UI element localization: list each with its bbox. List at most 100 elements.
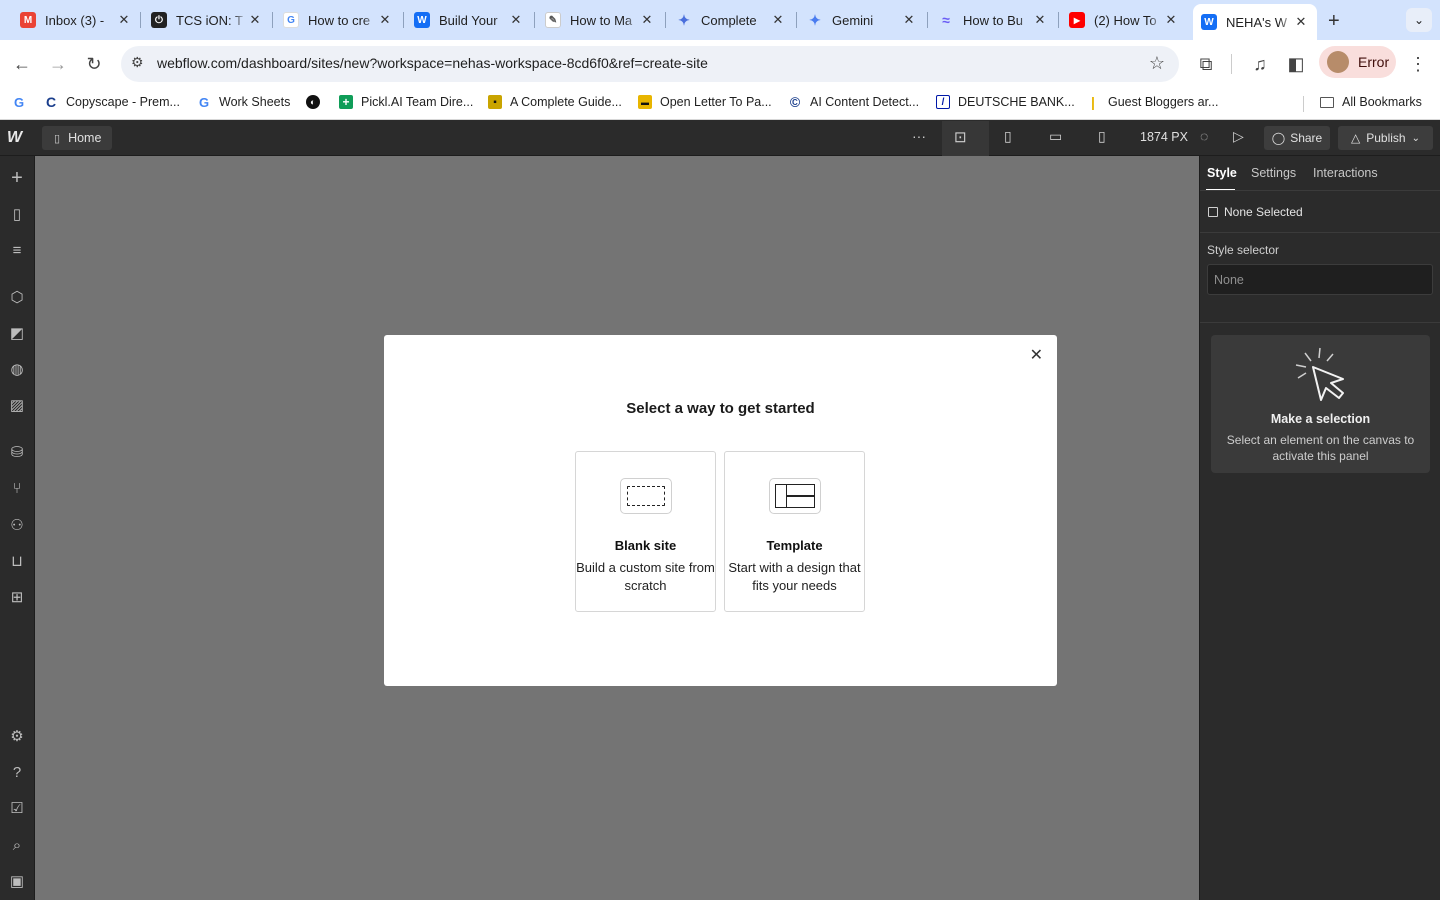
bookmark-copyscape[interactable]: C Copyscape - Prem... bbox=[44, 94, 180, 110]
chrome-menu-icon[interactable]: ⋮ bbox=[1406, 52, 1430, 76]
components-cube-icon[interactable]: ⬡ bbox=[6, 287, 28, 309]
close-tab-icon[interactable]: ✕ bbox=[1163, 12, 1179, 28]
extensions-puzzle-icon[interactable]: ⧉ bbox=[1194, 52, 1218, 76]
pages-icon[interactable]: ▯ bbox=[6, 204, 28, 226]
checkbox-icon bbox=[1208, 207, 1218, 217]
power-icon: ⏻ bbox=[151, 12, 167, 28]
more-options-icon[interactable]: ··· bbox=[912, 128, 926, 144]
youtube-icon: ▶ bbox=[1069, 12, 1085, 28]
tab-settings[interactable]: Settings bbox=[1251, 166, 1296, 180]
share-button[interactable]: ◯ Share bbox=[1264, 126, 1330, 150]
cursor-click-icon bbox=[1295, 347, 1344, 401]
browser-tab-how-to-bu[interactable]: ≈ How to Bu ✕ bbox=[938, 6, 1048, 34]
search-icon[interactable]: ⌕ bbox=[6, 835, 28, 857]
media-control-icon[interactable]: ♫ bbox=[1248, 52, 1272, 76]
url-text[interactable]: webflow.com/dashboard/sites/new?workspac… bbox=[157, 55, 708, 71]
sparkle-icon: ✦ bbox=[678, 11, 690, 28]
apps-icon[interactable]: ⊞ bbox=[6, 587, 28, 609]
ecommerce-basket-icon[interactable]: ⊔ bbox=[6, 551, 28, 573]
bookmark-open-letter[interactable]: ▬ Open Letter To Pa... bbox=[638, 95, 772, 109]
browser-tab-complete[interactable]: ✦ Complete ✕ bbox=[676, 6, 786, 34]
forward-arrow-icon[interactable]: → bbox=[46, 52, 70, 76]
tab-style[interactable]: Style bbox=[1207, 166, 1237, 180]
rocket-icon: △ bbox=[1351, 131, 1361, 145]
add-elements-plus-icon[interactable]: + bbox=[6, 167, 28, 189]
desktop-breakpoint-icon[interactable]: ⊡ bbox=[954, 128, 967, 146]
style-selector-input[interactable]: None bbox=[1207, 264, 1433, 295]
webflow-icon: W bbox=[414, 12, 430, 28]
tab-search-chevron-icon[interactable]: ⌄ bbox=[1406, 8, 1432, 32]
logic-flow-icon[interactable]: ⑂ bbox=[6, 478, 28, 500]
google-icon: G bbox=[197, 94, 211, 110]
audit-checkbox-icon[interactable]: ☑ bbox=[6, 798, 28, 820]
help-icon[interactable]: ? bbox=[6, 762, 28, 784]
close-tab-icon[interactable]: ✕ bbox=[639, 12, 655, 28]
copyright-icon: © bbox=[788, 94, 802, 110]
close-icon[interactable]: ✕ bbox=[1030, 345, 1043, 365]
template-option[interactable]: Template Start with a design that fits y… bbox=[724, 451, 865, 612]
sheets-icon: + bbox=[339, 95, 353, 109]
close-tab-icon[interactable]: ✕ bbox=[377, 12, 393, 28]
users-icon[interactable]: ⚇ bbox=[6, 515, 28, 537]
browser-tab-google[interactable]: G How to cre ✕ bbox=[283, 6, 393, 34]
close-tab-icon[interactable]: ✕ bbox=[508, 12, 524, 28]
bookmark-complete-guide[interactable]: ▪ A Complete Guide... bbox=[488, 95, 622, 109]
variables-drops-icon[interactable]: ◍ bbox=[6, 359, 28, 381]
tab-interactions[interactable]: Interactions bbox=[1313, 166, 1378, 180]
reload-icon[interactable]: ↻ bbox=[82, 52, 106, 76]
mobile-landscape-icon[interactable]: ▭ bbox=[1049, 128, 1062, 145]
close-tab-icon[interactable]: ✕ bbox=[1293, 14, 1309, 30]
browser-toolbar: ← → ↻ ⚙ webflow.com/dashboard/sites/new?… bbox=[0, 40, 1440, 88]
browser-tab-how-to-ma[interactable]: ✎ How to Ma ✕ bbox=[545, 6, 655, 34]
empty-state-card: Make a selection Select an element on th… bbox=[1211, 335, 1430, 473]
style-manager-icon[interactable]: ◩ bbox=[6, 323, 28, 345]
address-bar[interactable]: ⚙ webflow.com/dashboard/sites/new?worksp… bbox=[121, 46, 1179, 82]
close-tab-icon[interactable]: ✕ bbox=[1032, 12, 1048, 28]
site-info-icon[interactable]: ⚙ bbox=[131, 54, 144, 71]
close-tab-icon[interactable]: ✕ bbox=[901, 12, 917, 28]
all-bookmarks-button[interactable]: All Bookmarks bbox=[1320, 95, 1422, 109]
cms-database-icon[interactable]: ⛁ bbox=[6, 442, 28, 464]
browser-tab-gmail[interactable]: M Inbox (3) - ✕ bbox=[20, 6, 132, 34]
bookmark-guest-bloggers[interactable]: | Guest Bloggers ar... bbox=[1086, 94, 1218, 110]
bookmark-medium[interactable]: ◐ bbox=[306, 95, 328, 109]
browser-tab-strip: M Inbox (3) - ✕ ⏻ TCS iON: T ✕ G How to … bbox=[0, 0, 1440, 40]
comment-icon[interactable]: ◌ bbox=[1200, 128, 1208, 144]
settings-gear-icon[interactable]: ⚙ bbox=[6, 726, 28, 748]
browser-tab-youtube[interactable]: ▶ (2) How To ✕ bbox=[1069, 6, 1179, 34]
publish-button[interactable]: △ Publish ⌄ bbox=[1338, 126, 1433, 150]
style-selector-label: Style selector bbox=[1207, 243, 1280, 257]
page-selector-button[interactable]: ▯ Home bbox=[42, 126, 112, 150]
folder-icon bbox=[1320, 96, 1334, 108]
back-arrow-icon[interactable]: ← bbox=[10, 52, 34, 76]
navigator-icon[interactable]: ≡ bbox=[6, 240, 28, 262]
preview-play-icon[interactable]: ▷ bbox=[1233, 128, 1244, 145]
profile-error-button[interactable]: Error bbox=[1319, 46, 1396, 78]
bookmark-icon: ▬ bbox=[638, 95, 652, 109]
close-tab-icon[interactable]: ✕ bbox=[770, 12, 786, 28]
bookmark-star-icon[interactable]: ☆ bbox=[1149, 53, 1165, 74]
close-tab-icon[interactable]: ✕ bbox=[116, 12, 132, 28]
bookmark-pickl-ai[interactable]: + Pickl.AI Team Dire... bbox=[339, 95, 473, 109]
browser-tab-gemini[interactable]: ✦ Gemini ✕ bbox=[807, 6, 917, 34]
assets-image-icon[interactable]: ▨ bbox=[6, 395, 28, 417]
new-tab-plus-icon[interactable]: + bbox=[1328, 10, 1340, 33]
blank-site-option[interactable]: Blank site Build a custom site from scra… bbox=[575, 451, 716, 612]
side-panel-icon[interactable]: ◧ bbox=[1284, 52, 1308, 76]
avatar bbox=[1327, 51, 1349, 73]
mobile-portrait-icon[interactable]: ▯ bbox=[1098, 128, 1106, 145]
browser-tab-neha-active[interactable]: W NEHA's W ✕ bbox=[1193, 4, 1317, 40]
medium-icon: ◐ bbox=[306, 95, 320, 109]
bookmark-ai-content-detector[interactable]: © AI Content Detect... bbox=[788, 94, 919, 110]
webflow-logo-icon[interactable]: W bbox=[7, 129, 22, 147]
bookmark-google[interactable]: G bbox=[12, 95, 34, 110]
bookmark-work-sheets[interactable]: G Work Sheets bbox=[197, 94, 290, 110]
empty-state-title: Make a selection bbox=[1270, 412, 1371, 426]
video-tutorials-icon[interactable]: ▣ bbox=[6, 871, 28, 893]
bookmark-deutsche-bank[interactable]: / DEUTSCHE BANK... bbox=[936, 95, 1075, 109]
close-tab-icon[interactable]: ✕ bbox=[247, 12, 263, 28]
gmail-icon: M bbox=[20, 12, 36, 28]
browser-tab-webflow-build[interactable]: W Build Your ✕ bbox=[414, 6, 524, 34]
tablet-breakpoint-icon[interactable]: ▯ bbox=[1004, 128, 1012, 145]
browser-tab-tcs[interactable]: ⏻ TCS iON: T ✕ bbox=[151, 6, 263, 34]
